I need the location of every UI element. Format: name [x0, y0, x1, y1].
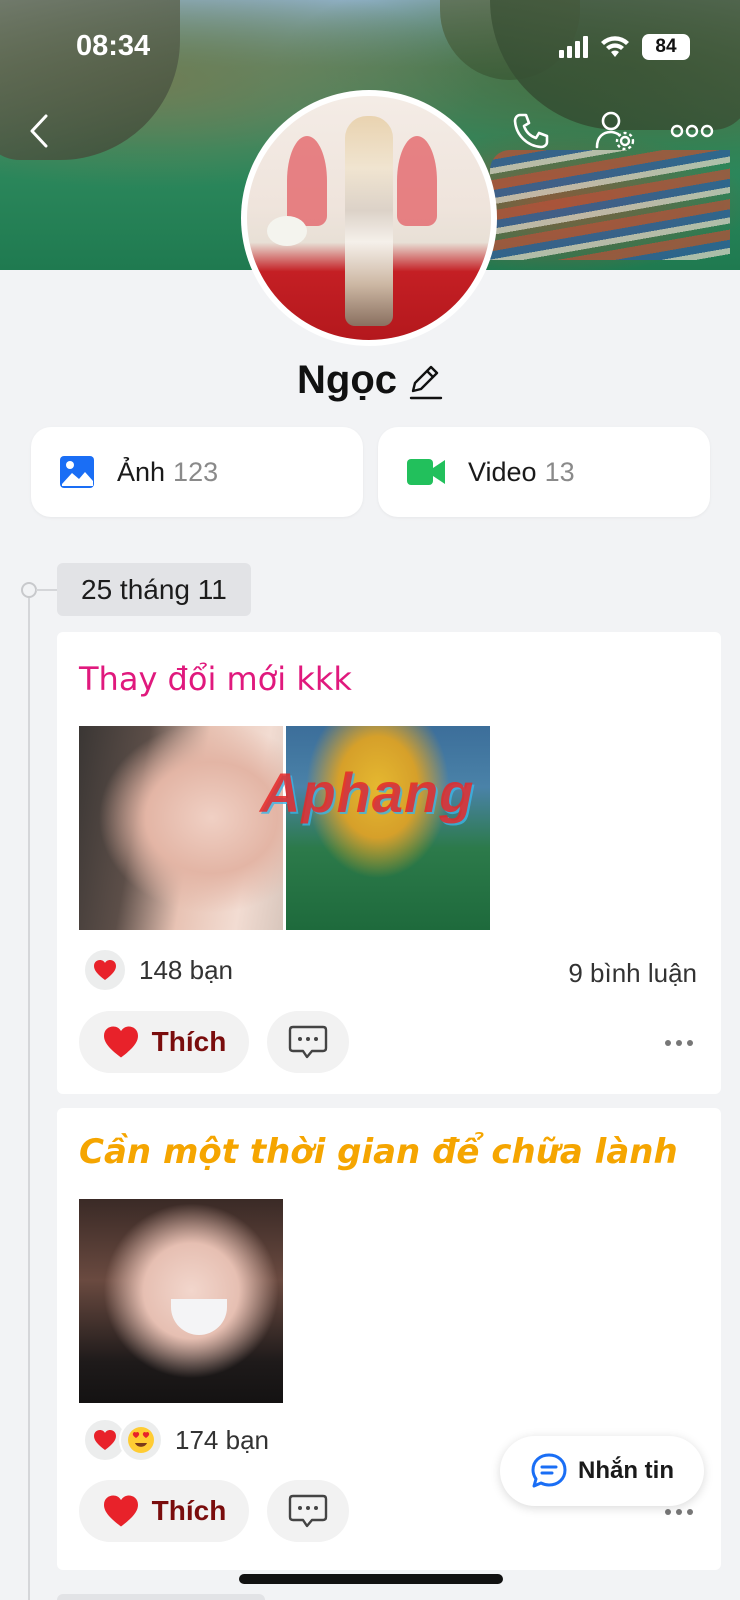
- avatar-decor-left: [287, 136, 327, 226]
- videos-card[interactable]: Video 13: [378, 427, 710, 517]
- timeline-dot: [21, 582, 37, 598]
- reaction-summary[interactable]: 148 bạn: [83, 948, 233, 992]
- like-label: Thích: [151, 1026, 227, 1057]
- more-options-button[interactable]: [667, 108, 717, 154]
- home-indicator[interactable]: [239, 1574, 503, 1584]
- message-button-label: Nhắn tin: [578, 1457, 674, 1484]
- photos-label: Ảnh: [117, 456, 166, 487]
- dot-icon: [687, 1509, 693, 1515]
- status-bar: 08:34 84: [0, 28, 740, 68]
- dot-icon: [687, 1040, 693, 1046]
- status-time: 08:34: [76, 30, 151, 62]
- comment-button[interactable]: [267, 1011, 349, 1073]
- wifi-icon: [601, 36, 629, 57]
- heart-icon: [103, 1495, 138, 1527]
- photo-icon: [60, 456, 94, 488]
- dot-icon: [665, 1040, 671, 1046]
- more-horizontal-icon: [670, 124, 714, 138]
- dot-icon: [676, 1040, 682, 1046]
- reaction-count: 148 bạn: [139, 954, 233, 985]
- comment-button[interactable]: [267, 1480, 349, 1542]
- dot-icon: [665, 1509, 671, 1515]
- photo-detail: [171, 1299, 227, 1335]
- heart-reaction-icon: [83, 948, 127, 992]
- photos-card[interactable]: Ảnh 123: [31, 427, 363, 517]
- post-card-1[interactable]: Thay đổi mới kkk 148 bạn 9 bình luận Thí…: [57, 632, 721, 1094]
- cover-boats: [490, 150, 730, 260]
- post-photo-1[interactable]: [79, 726, 283, 930]
- timeline-connector: [36, 589, 58, 591]
- profile-avatar[interactable]: [241, 90, 497, 346]
- back-button[interactable]: [16, 108, 62, 154]
- avatar-person: [345, 116, 393, 326]
- comment-bubble-icon: [288, 1025, 328, 1059]
- photos-count: 123: [173, 456, 219, 487]
- avatar-flowers: [267, 216, 307, 246]
- user-settings-icon: [595, 111, 635, 151]
- profile-name-row: Ngọc: [0, 358, 740, 403]
- post-title: Cần một thời gian để chữa lành: [79, 1132, 678, 1172]
- chat-bubble-icon: [531, 1453, 567, 1488]
- like-label: Thích: [151, 1495, 227, 1526]
- avatar-image: [247, 96, 491, 340]
- call-button[interactable]: [508, 108, 554, 154]
- reaction-summary[interactable]: 174 bạn: [83, 1418, 269, 1462]
- comment-count[interactable]: 9 bình luận: [568, 958, 697, 989]
- video-camera-icon: [407, 459, 445, 485]
- like-button[interactable]: Thích: [79, 1480, 249, 1542]
- videos-label: Video: [468, 456, 537, 487]
- phone-icon: [513, 113, 549, 149]
- videos-count: 13: [544, 456, 575, 487]
- like-button[interactable]: Thích: [79, 1011, 249, 1073]
- post-photo-2[interactable]: [286, 726, 490, 930]
- post-title: Thay đổi mới kkk: [79, 660, 352, 698]
- battery-indicator: 84: [642, 34, 690, 60]
- dot-icon: [676, 1509, 682, 1515]
- edit-pencil-icon[interactable]: [407, 361, 443, 401]
- status-icons: 84: [559, 34, 690, 60]
- watermark: Aphang: [260, 761, 475, 824]
- heart-icon: [103, 1026, 138, 1058]
- comment-bubble-icon: [288, 1494, 328, 1528]
- timeline-line: [28, 590, 30, 1600]
- message-button[interactable]: Nhắn tin: [500, 1436, 704, 1506]
- post-more-button[interactable]: [659, 1028, 699, 1058]
- reaction-count: 174 bạn: [175, 1424, 269, 1455]
- next-timeline-date: [57, 1594, 265, 1600]
- post-photo-1[interactable]: [79, 1199, 283, 1403]
- timeline-date: 25 tháng 11: [57, 563, 251, 616]
- avatar-decor-right: [397, 136, 437, 226]
- profile-settings-button[interactable]: [592, 108, 638, 154]
- signal-icon: [559, 36, 588, 58]
- profile-name: Ngọc: [297, 358, 397, 402]
- heart-eyes-reaction-icon: [119, 1418, 163, 1462]
- chevron-left-icon: [30, 114, 48, 148]
